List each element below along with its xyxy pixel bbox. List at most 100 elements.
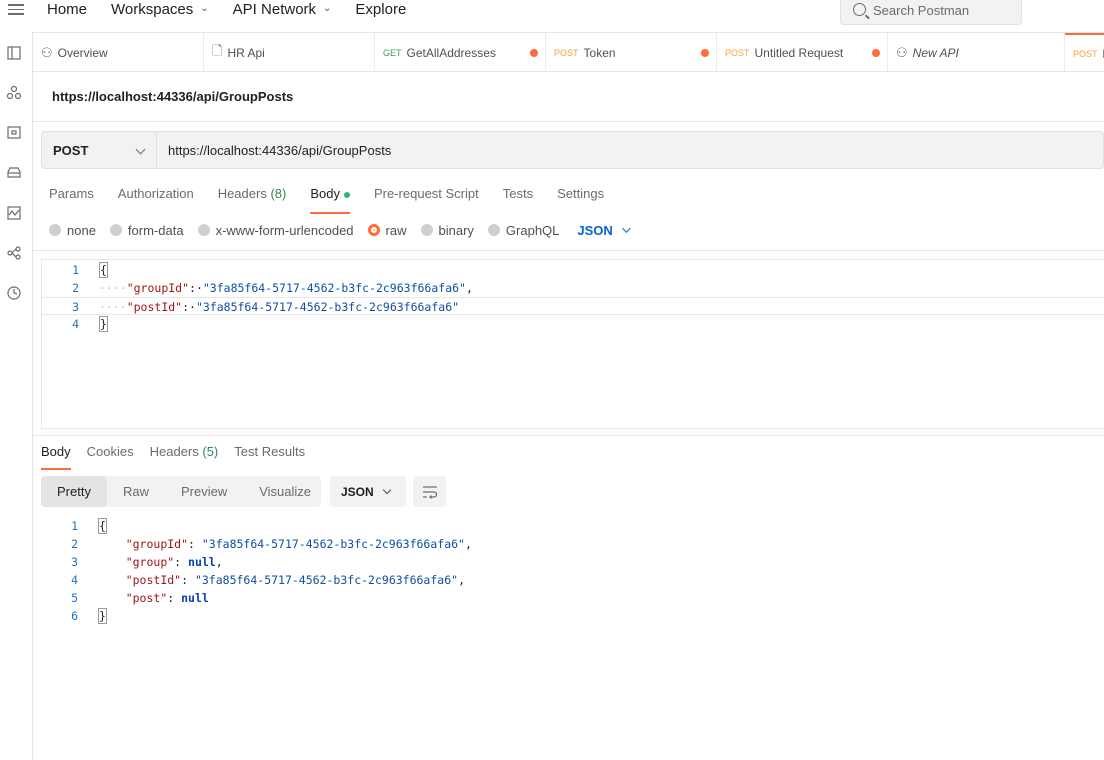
response-format-select[interactable]: JSON [330,476,406,507]
overview-icon: ⚇ [41,44,53,60]
divider [33,435,1104,436]
response-tabs: Body Cookies Headers (5) Test Results [41,444,321,470]
nav-workspaces-label: Workspaces [111,0,194,18]
radio-graphql[interactable]: GraphQL [487,223,559,238]
resp-tab-headers-label: Headers [149,444,199,459]
radio-urlencoded[interactable]: x-www-form-urlencoded [197,223,354,238]
history-icon[interactable] [6,285,22,301]
nav-api-network[interactable]: API Network ⌄ [233,1,332,18]
chevron-down-icon [135,144,146,155]
body-format-select[interactable]: JSON [577,223,631,238]
request-body-editor[interactable]: 1 { 2 ····"groupId":·"3fa85f64-5717-4562… [41,259,1104,429]
radio-raw[interactable]: raw [367,223,407,238]
resp-tab-test-results[interactable]: Test Results [234,444,305,466]
search-icon [853,3,866,16]
code-line: 4 } [42,315,1104,333]
code-line-active: 3 ····"postId":·"3fa85f64-5717-4562-b3fc… [42,297,1104,315]
radio-binary-label: binary [438,222,474,238]
search-placeholder: Search Postman [873,3,970,18]
url-bar: POST https://localhost:44336/api/GroupPo… [41,131,1104,169]
nav-home[interactable]: Home [47,1,87,18]
monitors-icon[interactable] [6,205,22,221]
tab-get-all-addresses[interactable]: GET GetAllAddresses [375,33,546,72]
response-body-viewer[interactable]: 1 { 2 "groupId": "3fa85f64-5717-4562-b3f… [41,517,1104,637]
line-number: 2 [71,537,78,551]
environments-icon[interactable] [6,125,22,141]
radio-none-label: none [67,222,96,238]
code-line: 2 "groupId": "3fa85f64-5717-4562-b3fc-2c… [41,535,1104,553]
nav-home-label: Home [47,0,88,18]
radio-circle [420,224,433,236]
tab-overview-label: Overview [57,45,108,60]
api-icon: ⚇ [896,44,908,60]
method-value: POST [53,142,89,158]
json-value: null [181,591,209,605]
view-visualize-button[interactable]: Visualize [243,476,327,507]
method-badge: GET [383,47,402,58]
wrap-lines-icon [422,485,437,499]
tab-authorization[interactable]: Authorization [118,186,194,210]
headers-count: (8) [270,186,287,201]
response-view-modes: Pretty Raw Preview Visualize [41,476,321,507]
tab-active-request[interactable]: POST h [1065,33,1104,72]
view-preview-button[interactable]: Preview [165,476,243,507]
radio-form-data[interactable]: form-data [109,222,184,238]
flows-icon[interactable] [6,245,22,261]
radio-form-data-label: form-data [127,222,184,238]
method-select[interactable]: POST [42,132,157,168]
chevron-down-icon: ⌄ [200,2,209,14]
line-number: 4 [72,317,79,331]
left-sidebar [0,32,33,760]
view-raw-button[interactable]: Raw [107,476,165,507]
apis-icon[interactable] [6,85,22,101]
json-value: "3fa85f64-5717-4562-b3fc-2c963f66afa6" [202,281,466,295]
nav-workspaces[interactable]: Workspaces ⌄ [111,1,209,18]
resp-tab-cookies[interactable]: Cookies [87,444,134,466]
unsaved-dot-icon [872,49,880,57]
tab-tests[interactable]: Tests [503,186,533,210]
tab-token[interactable]: POST Token [546,33,717,72]
view-pretty-button[interactable]: Pretty [41,476,107,507]
resp-tab-body[interactable]: Body [41,444,71,470]
tab-params[interactable]: Params [49,186,94,210]
tab-overview[interactable]: ⚇ Overview [33,33,204,72]
menu-icon[interactable] [8,4,24,18]
tab-untitled-request[interactable]: POST Untitled Request [717,33,888,72]
json-key: "groupId" [125,537,189,551]
radio-none[interactable]: none [49,223,96,238]
tab-settings[interactable]: Settings [557,186,604,210]
request-title[interactable]: https://localhost:44336/api/GroupPosts [52,89,293,104]
chevron-down-icon: ⌄ [323,2,332,14]
request-option-tabs: Params Authorization Headers (8) Body Pr… [49,186,628,214]
url-input[interactable]: https://localhost:44336/api/GroupPosts [157,143,391,158]
top-bar: Home Workspaces ⌄ API Network ⌄ Explore Se… [0,0,1104,32]
tab-body[interactable]: Body [310,186,350,214]
code-brace: { [98,518,107,534]
nav-explore[interactable]: Explore [355,1,406,18]
nav-explore-label: Explore [355,0,407,18]
json-key: "group" [125,555,175,569]
status-dot-icon [343,191,350,198]
resp-headers-count: (5) [202,444,219,459]
code-brace: } [99,316,108,332]
collections-icon[interactable] [6,45,22,61]
json-key: "groupId" [126,281,190,295]
divider [33,121,1104,122]
nav-api-network-label: API Network [232,0,317,18]
search-input[interactable]: Search Postman [840,0,1022,25]
tab-headers[interactable]: Headers (8) [218,186,287,210]
code-line: 3 "group": null, [41,553,1104,571]
tab-hr-api[interactable]: 🗋 HR Api [204,33,375,72]
mock-servers-icon[interactable] [6,165,22,181]
code-line: 4 "postId": "3fa85f64-5717-4562-b3fc-2c9… [41,571,1104,589]
json-value: "3fa85f64-5717-4562-b3fc-2c963f66afa6" [201,537,465,551]
document-icon: 🗋 [212,42,223,58]
radio-binary[interactable]: binary [420,222,474,238]
tab-new-api[interactable]: ⚇ New API [888,33,1065,72]
code-line: 1 { [41,517,1104,535]
tab-pre-request-script[interactable]: Pre-request Script [374,186,479,210]
top-nav: Home Workspaces ⌄ API Network ⌄ Explore [47,0,430,18]
line-number: 2 [72,281,79,295]
resp-tab-headers[interactable]: Headers (5) [150,444,219,466]
wrap-lines-button[interactable] [413,476,446,507]
